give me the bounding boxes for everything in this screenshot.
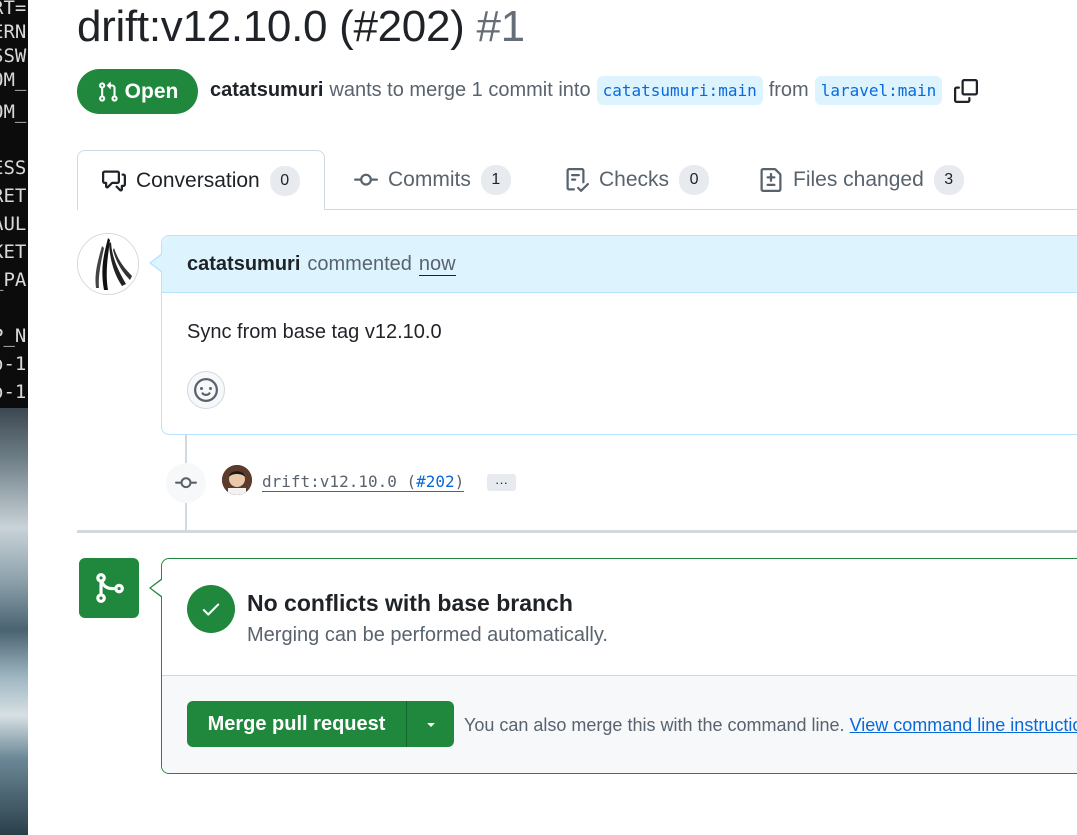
check-circle-icon — [187, 585, 235, 633]
commit-message-link[interactable]: drift:v12.10.0 (#202) — [262, 472, 465, 492]
page-title: drift:v12.10.0 (#202) #1 — [77, 2, 525, 52]
copy-branch-button[interactable] — [954, 78, 979, 103]
terminal-line: _PA — [0, 269, 27, 291]
git-merge-icon — [96, 573, 124, 603]
triangle-down-icon — [426, 723, 435, 727]
merge-method-dropdown[interactable] — [406, 701, 454, 747]
merge-box: No conflicts with base branch Merging ca… — [161, 558, 1077, 774]
comment-header: catatsumuri commented now — [162, 236, 1077, 293]
file-diff-icon — [760, 168, 782, 192]
tab-label: Conversation — [136, 168, 260, 192]
git-commit-icon — [354, 173, 378, 186]
commit-expand-button[interactable]: ··· — [487, 474, 516, 491]
from-text: from — [768, 79, 809, 101]
pr-number: #1 — [476, 2, 525, 51]
tab-counter: 3 — [933, 165, 964, 195]
merge-hint-text: You can also merge this with the command… — [464, 715, 845, 735]
merge-status-title: No conflicts with base branch — [247, 590, 573, 616]
avatar-image — [222, 465, 252, 495]
command-line-instructions-link[interactable]: View command line instructions. — [850, 715, 1077, 735]
check-icon — [202, 603, 220, 616]
terminal-line: ESS — [0, 157, 27, 179]
comment-timestamp[interactable]: now — [418, 253, 456, 276]
avatar-image — [78, 234, 138, 294]
terminal-line: KET — [0, 241, 27, 263]
add-reaction-button[interactable] — [187, 371, 225, 409]
tab-counter: 1 — [480, 165, 511, 195]
status-badge: Open — [77, 69, 198, 114]
commit-author-avatar[interactable] — [222, 465, 252, 495]
terminal-line: P_N — [0, 325, 27, 347]
status-label: Open — [124, 79, 179, 103]
terminal-line: RT= — [0, 0, 27, 19]
comment-action: commented — [307, 252, 412, 275]
head-branch-link[interactable]: laravel:main — [814, 76, 943, 105]
comment-body: Sync from base tag v12.10.0 — [187, 321, 442, 343]
terminal-line: RET — [0, 185, 27, 207]
tab-commits[interactable]: Commits 1 — [354, 150, 511, 210]
terminal-line: o-1 — [0, 353, 27, 375]
tab-checks[interactable]: Checks 0 — [565, 150, 710, 210]
base-branch-link[interactable]: catatsumuri:main — [596, 76, 763, 105]
tab-label: Commits — [388, 168, 471, 191]
comment-discussion-icon — [102, 170, 126, 191]
git-pull-request-icon — [98, 81, 118, 102]
commit-node — [166, 463, 206, 503]
commit-message: drift:v12.10.0 ( — [262, 472, 417, 491]
merge-footer: Merge pull request You can also merge th… — [162, 675, 1077, 773]
tab-counter: 0 — [679, 165, 710, 195]
smiley-icon — [194, 378, 218, 402]
merge-status-subtitle: Merging can be performed automatically. — [247, 624, 608, 646]
tab-label: Checks — [599, 168, 670, 191]
tab-conversation[interactable]: Conversation 0 — [77, 150, 325, 210]
tab-label: Files changed — [793, 168, 924, 191]
merge-hint: You can also merge this with the command… — [464, 715, 1077, 736]
background-window-strip: RT= ERN SSW OM_ OM_ ESS RET AUL KET _PA … — [0, 0, 28, 835]
timeline-divider — [77, 530, 1077, 533]
comment-card: catatsumuri commented now Sync from base… — [161, 235, 1077, 435]
terminal-line: SSW — [0, 45, 27, 67]
desktop-wallpaper — [0, 408, 28, 835]
comment-pointer-fill — [151, 254, 163, 272]
pr-meta-text: wants to merge 1 commit into — [329, 79, 591, 101]
commit-message-close: ) — [454, 472, 465, 491]
copy-icon — [954, 78, 979, 103]
tab-files-changed[interactable]: Files changed 3 — [759, 150, 964, 210]
pr-author-link[interactable]: catatsumuri — [210, 79, 323, 102]
tab-counter: 0 — [269, 165, 300, 196]
checklist-icon — [566, 168, 589, 192]
pr-tabs: Conversation 0 Commits 1 Checks 0 Files … — [77, 150, 1077, 210]
terminal-line: ERN — [0, 21, 27, 43]
terminal-window: RT= ERN SSW OM_ OM_ ESS RET AUL KET _PA … — [0, 0, 28, 408]
author-avatar[interactable] — [77, 233, 139, 295]
terminal-line: o-1 — [0, 381, 27, 403]
pr-meta: catatsumuri wants to merge 1 commit into… — [210, 76, 979, 105]
merge-pointer-fill — [151, 579, 163, 597]
merge-status-icon-box — [79, 558, 139, 618]
pr-title: drift:v12.10.0 (#202) — [77, 2, 465, 51]
terminal-line: OM_ — [0, 101, 27, 123]
comment-author-link[interactable]: catatsumuri — [187, 253, 300, 276]
terminal-line: OM_ — [0, 69, 27, 91]
commit-pr-ref-link[interactable]: #202 — [416, 472, 455, 491]
terminal-line: AUL — [0, 213, 27, 235]
merge-pull-request-button[interactable]: Merge pull request — [187, 701, 406, 747]
git-commit-icon — [175, 477, 197, 489]
